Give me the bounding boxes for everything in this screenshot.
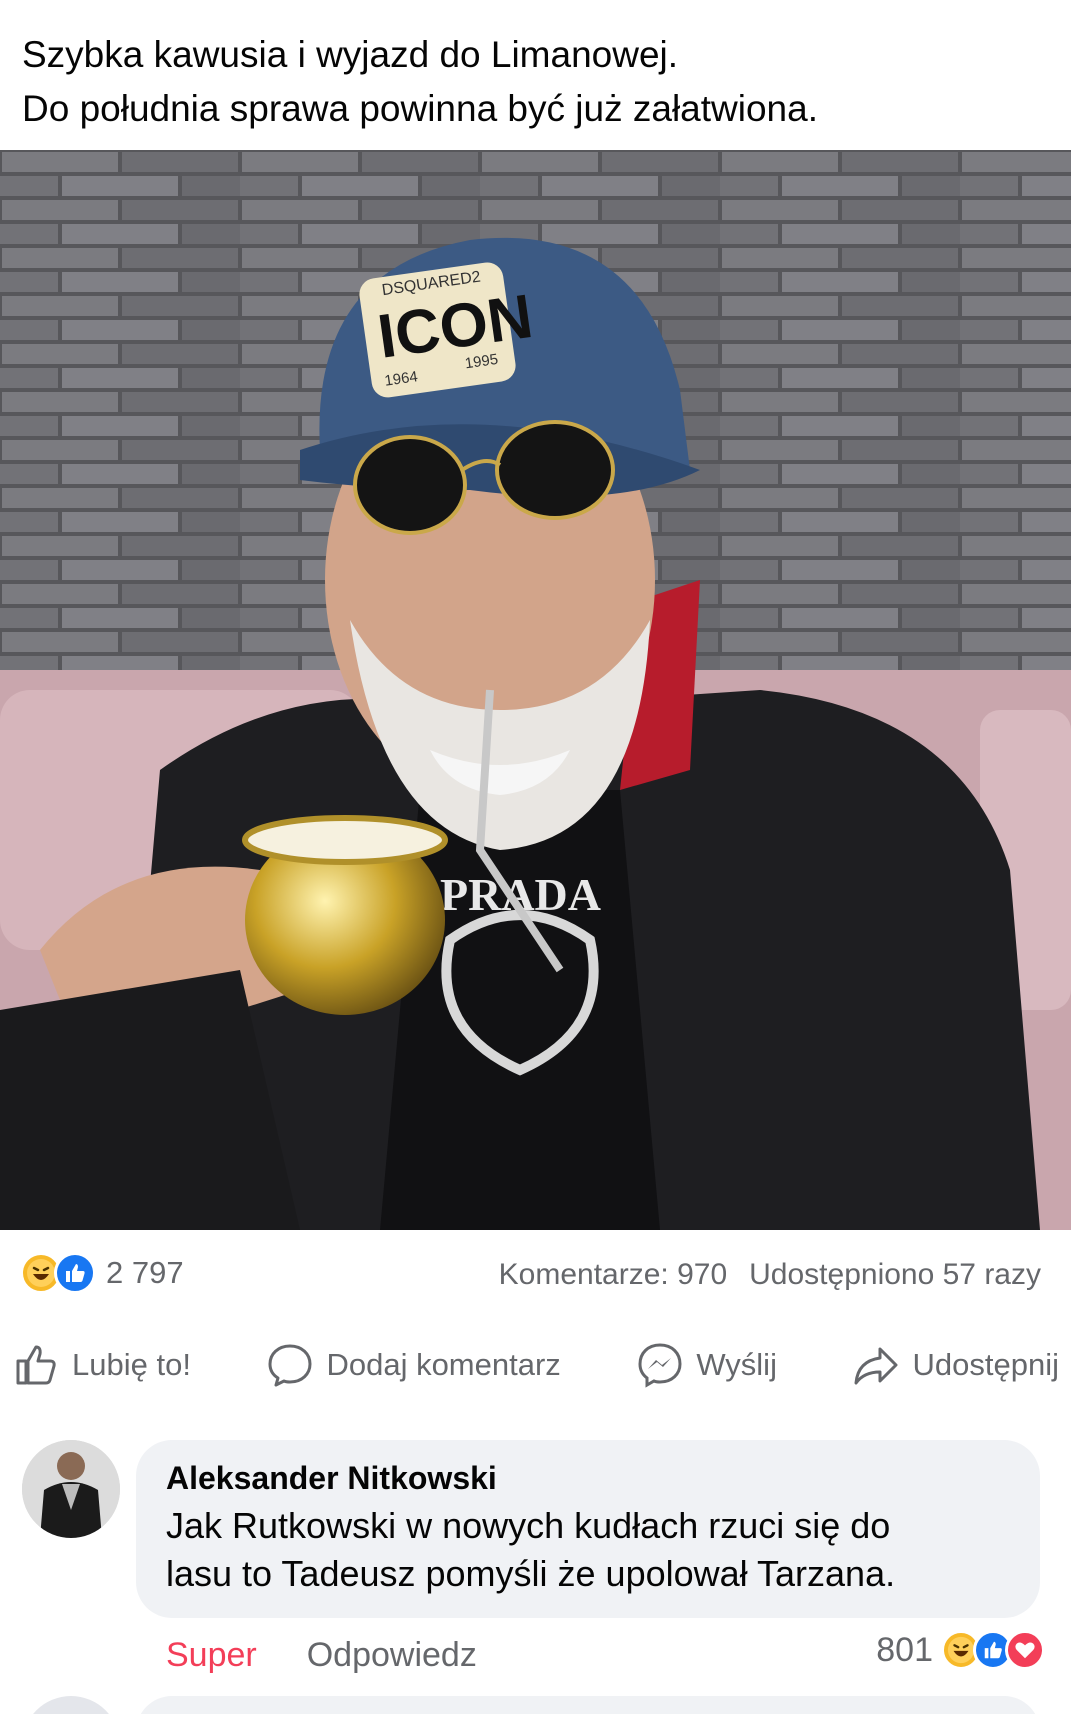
comment-bubble[interactable]: Aleksander Nitkowski Jak Rutkowski w now… xyxy=(136,1440,1040,1618)
reaction-count: 2 797 xyxy=(106,1255,184,1290)
post-photo-illustration: PRADA DSQUARED2 ICON 1964 1995 xyxy=(0,150,1071,1230)
avatar[interactable] xyxy=(22,1696,120,1714)
comment-bubble-icon xyxy=(268,1344,312,1387)
next-comment-partial xyxy=(0,1696,1071,1714)
comment-author[interactable]: Aleksander Nitkowski xyxy=(166,1458,1010,1498)
comment-reactions-summary[interactable]: 801 xyxy=(876,1630,1045,1670)
share-button-label: Udostępnij xyxy=(912,1347,1059,1382)
share-button[interactable]: Udostępnij xyxy=(852,1341,1059,1389)
comment-text-line-2: lasu to Tadeusz pomyśli że upolował Tarz… xyxy=(166,1553,896,1594)
send-button[interactable]: Wyślij xyxy=(636,1341,777,1389)
comment-text-line-1: Jak Rutkowski w nowych kudłach rzuci się… xyxy=(166,1505,891,1546)
comment-text: Jak Rutkowski w nowych kudłach rzuci się… xyxy=(166,1502,1010,1598)
thumbs-up-icon xyxy=(16,1345,56,1385)
love-icon xyxy=(1005,1630,1045,1670)
post-photo[interactable]: PRADA DSQUARED2 ICON 1964 1995 xyxy=(0,150,1071,1230)
comment-reply-button[interactable]: Odpowiedz xyxy=(307,1636,477,1675)
messenger-icon xyxy=(638,1343,682,1388)
post-text-line-2: Do południa sprawa powinna być już załat… xyxy=(22,88,818,129)
avatar[interactable] xyxy=(22,1440,120,1538)
like-button-label: Lubię to! xyxy=(72,1347,191,1382)
like-button[interactable]: Lubię to! xyxy=(12,1341,191,1389)
comment-bubble[interactable] xyxy=(136,1696,1040,1714)
post-stats: 2 797 Komentarze: 970 Udostępniono 57 ra… xyxy=(0,1230,1071,1320)
comments-count-link[interactable]: Komentarze: 970 xyxy=(499,1258,727,1292)
share-arrow-icon xyxy=(854,1347,898,1385)
comment-reaction-count: 801 xyxy=(876,1630,933,1669)
post-actions-bar: Lubię to! Dodaj komentarz Wyślij Udostęp… xyxy=(0,1320,1071,1410)
comment-button-label: Dodaj komentarz xyxy=(326,1347,561,1382)
like-icon xyxy=(54,1252,96,1294)
comment-reaction-button[interactable]: Super xyxy=(166,1636,257,1675)
commenter-avatar-image xyxy=(22,1440,120,1538)
reactions-summary[interactable]: 2 797 xyxy=(20,1252,184,1294)
comment-actions: Super Odpowiedz xyxy=(166,1636,477,1675)
comment-button[interactable]: Dodaj komentarz xyxy=(266,1341,561,1389)
post-text: Szybka kawusia i wyjazd do Limanowej. Do… xyxy=(22,28,1052,136)
send-button-label: Wyślij xyxy=(696,1347,777,1382)
shares-count-link[interactable]: Udostępniono 57 razy xyxy=(749,1258,1041,1292)
post-text-line-1: Szybka kawusia i wyjazd do Limanowej. xyxy=(22,34,679,75)
